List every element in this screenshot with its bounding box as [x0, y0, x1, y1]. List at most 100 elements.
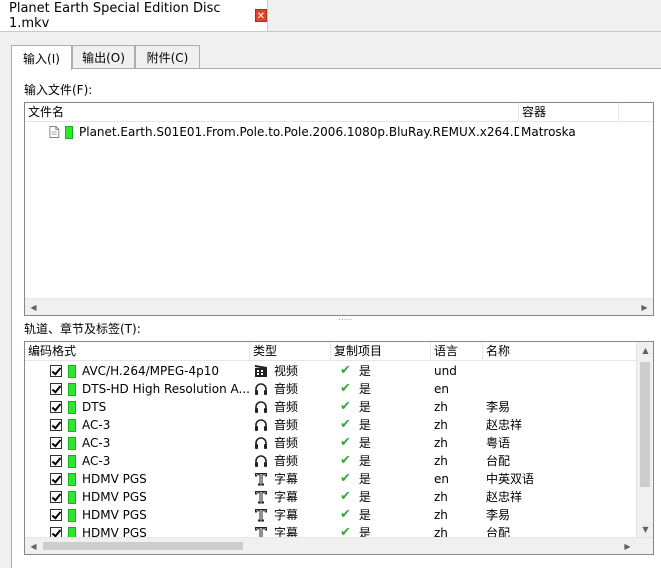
track-codec: AC-3	[82, 454, 111, 468]
track-row[interactable]: HDMV PGS 字幕 ✔ 是 zh 赵忠祥	[25, 488, 623, 506]
track-row[interactable]: AC-3 音频 ✔ 是 zh 台配	[25, 452, 623, 470]
track-copy: 是	[358, 508, 371, 522]
tracks-list[interactable]: 编码格式 类型 复制项目 语言 名称 AVC/H.264/MPEG-4p10 视频…	[24, 341, 654, 555]
track-codec: DTS	[82, 400, 107, 414]
tracks-scroll-left-icon[interactable]: ◀	[25, 538, 42, 554]
hscroll-thumb[interactable]	[43, 542, 243, 550]
tracks-vscrollbar[interactable]: ▲ ▼	[636, 342, 653, 538]
track-row[interactable]: AC-3 音频 ✔ 是 zh 赵忠祥	[25, 416, 623, 434]
track-status-indicator	[68, 472, 76, 486]
tracks-scroll-right-icon[interactable]: ▶	[619, 538, 636, 554]
track-language: zh	[434, 490, 448, 504]
track-status-indicator	[68, 364, 76, 378]
track-type-cell: 音频	[250, 380, 331, 398]
tab-input[interactable]: 输入(I)	[11, 45, 72, 70]
track-codec-cell: DTS	[25, 398, 250, 416]
file-row[interactable]: Planet.Earth.S01E01.From.Pole.to.Pole.20…	[25, 123, 619, 141]
track-type: 字幕	[274, 508, 299, 522]
tracks-hscrollbar[interactable]: ◀ ▶	[25, 537, 653, 554]
scroll-right-icon[interactable]: ▶	[636, 299, 653, 315]
splitter-grip[interactable]: .....	[338, 313, 352, 323]
track-type-cell: 音频	[250, 452, 331, 470]
track-copy: 是	[358, 364, 371, 378]
track-codec-cell: AC-3	[25, 452, 250, 470]
tab-output[interactable]: 输出(O)	[72, 45, 135, 69]
track-copy-cell: ✔ 是	[331, 488, 431, 506]
track-type-cell: 音频	[250, 398, 331, 416]
track-name	[483, 362, 623, 380]
scroll-up-icon[interactable]: ▲	[637, 342, 653, 359]
track-row[interactable]: DTS-HD High Resolution A... 音频 ✔ 是 en	[25, 380, 623, 398]
text-icon	[255, 509, 267, 522]
input-files-list[interactable]: 文件名 容器 Planet.Earth.S01E01.From.Pole.to.…	[24, 102, 654, 316]
track-status-indicator	[68, 436, 76, 450]
track-codec: AC-3	[82, 418, 111, 432]
track-language: en	[434, 472, 449, 486]
track-copy-cell: ✔ 是	[331, 416, 431, 434]
file-tab[interactable]: Planet Earth Special Edition Disc 1.mkv …	[0, 0, 268, 31]
file-name-cell: Planet.Earth.S01E01.From.Pole.to.Pole.20…	[25, 123, 519, 141]
track-copy-cell: ✔ 是	[331, 470, 431, 488]
track-copy: 是	[358, 382, 371, 396]
track-language: und	[434, 364, 457, 378]
track-type: 音频	[274, 454, 299, 468]
track-name: 台配	[486, 454, 511, 468]
check-icon: ✔	[340, 471, 351, 486]
track-row[interactable]: AVC/H.264/MPEG-4p10 视频 ✔ 是 und	[25, 362, 623, 380]
track-language: en	[434, 382, 449, 396]
track-enable-checkbox[interactable]	[50, 455, 62, 467]
track-name: 李易	[486, 508, 511, 522]
track-row[interactable]: HDMV PGS 字幕 ✔ 是 zh 李易	[25, 506, 623, 524]
col-type[interactable]: 类型	[250, 342, 331, 360]
col-copy[interactable]: 复制项目	[331, 342, 431, 360]
track-copy-cell: ✔ 是	[331, 434, 431, 452]
track-codec: HDMV PGS	[82, 490, 147, 504]
track-enable-checkbox[interactable]	[50, 383, 62, 395]
check-icon: ✔	[340, 363, 351, 378]
track-copy: 是	[358, 436, 371, 450]
track-name: 李易	[486, 400, 511, 414]
track-type: 视频	[274, 364, 299, 378]
check-icon: ✔	[340, 507, 351, 522]
track-type-cell: 字幕	[250, 470, 331, 488]
tab-input-label: 输入(I)	[23, 51, 60, 66]
video-icon	[255, 365, 267, 377]
track-enable-checkbox[interactable]	[50, 437, 62, 449]
track-name: 粤语	[486, 436, 511, 450]
col-codec[interactable]: 编码格式	[25, 342, 250, 360]
track-row[interactable]: AC-3 音频 ✔ 是 zh 粤语	[25, 434, 623, 452]
track-name: 赵忠祥	[486, 418, 523, 432]
track-type-cell: 字幕	[250, 488, 331, 506]
check-icon: ✔	[340, 489, 351, 504]
track-enable-checkbox[interactable]	[50, 509, 62, 521]
track-name: 赵忠祥	[486, 490, 523, 504]
track-enable-checkbox[interactable]	[50, 491, 62, 503]
track-enable-checkbox[interactable]	[50, 365, 62, 377]
scroll-left-icon[interactable]: ◀	[25, 299, 42, 315]
file-tab-title: Planet Earth Special Edition Disc 1.mkv	[9, 0, 221, 31]
track-enable-checkbox[interactable]	[50, 401, 62, 413]
track-codec: DTS-HD High Resolution A...	[82, 382, 250, 396]
track-enable-checkbox[interactable]	[50, 473, 62, 485]
tab-attachments[interactable]: 附件(C)	[135, 45, 200, 69]
col-filename[interactable]: 文件名	[25, 103, 519, 121]
track-row[interactable]: DTS 音频 ✔ 是 zh 李易	[25, 398, 623, 416]
track-copy: 是	[358, 418, 371, 432]
col-container[interactable]: 容器	[519, 103, 619, 121]
col-name[interactable]: 名称	[483, 342, 638, 360]
close-tab-icon[interactable]: ✕	[254, 9, 267, 22]
scroll-down-icon[interactable]: ▼	[637, 521, 653, 538]
file-status-indicator	[65, 125, 73, 139]
track-enable-checkbox[interactable]	[50, 419, 62, 431]
col-language[interactable]: 语言	[431, 342, 483, 360]
track-status-indicator	[68, 418, 76, 432]
track-row[interactable]: HDMV PGS 字幕 ✔ 是 en 中英双语	[25, 470, 623, 488]
track-copy-cell: ✔ 是	[331, 452, 431, 470]
input-files-header: 文件名 容器	[25, 103, 653, 122]
check-icon: ✔	[340, 399, 351, 414]
vscroll-thumb[interactable]	[640, 362, 650, 487]
track-type: 字幕	[274, 490, 299, 504]
track-status-indicator	[68, 400, 76, 414]
track-codec: AC-3	[82, 436, 111, 450]
track-codec: AVC/H.264/MPEG-4p10	[82, 364, 219, 378]
